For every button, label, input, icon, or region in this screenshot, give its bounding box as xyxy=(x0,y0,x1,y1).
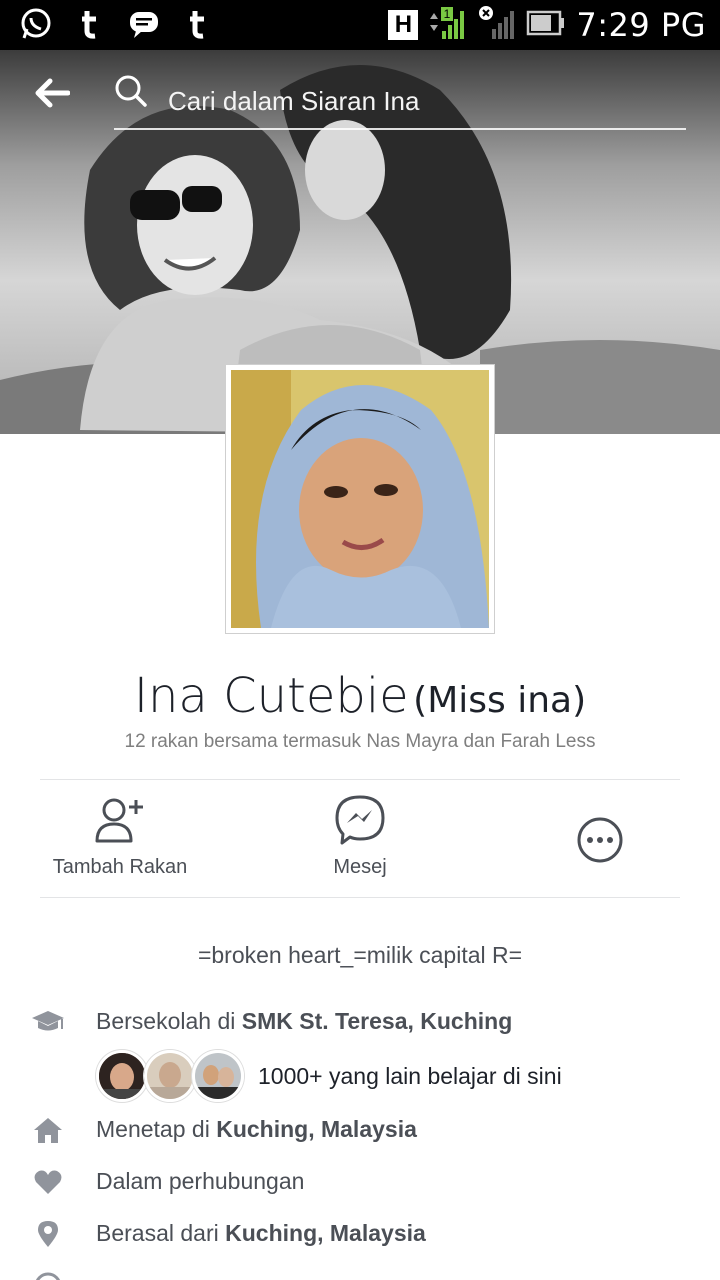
search-icon xyxy=(115,75,154,119)
info-current-city[interactable]: Menetap di Kuching, Malaysia xyxy=(0,1110,720,1150)
clock-icon xyxy=(30,1270,66,1280)
location-pin-icon xyxy=(30,1218,66,1250)
messenger-icon xyxy=(260,790,460,850)
profile-picture[interactable] xyxy=(225,364,495,634)
divider xyxy=(40,779,680,780)
messaging-icon xyxy=(126,6,162,42)
avatar xyxy=(231,370,489,628)
graduation-cap-icon xyxy=(30,1006,66,1038)
search-placeholder: Cari dalam Siaran Ina xyxy=(168,85,420,116)
profile-name: Ina Cutebie (Miss ina) xyxy=(0,668,720,724)
classmate-avatar xyxy=(192,1050,244,1102)
whatsapp-icon xyxy=(18,6,54,42)
home-icon xyxy=(30,1114,66,1146)
classmates-count: 1000+ yang lain belajar di sini xyxy=(258,1062,562,1089)
cell-signal-icon: 1 xyxy=(428,5,468,46)
heart-icon xyxy=(30,1166,66,1198)
info-next-row xyxy=(0,1266,720,1280)
add-friend-button[interactable]: Tambah Rakan xyxy=(20,790,220,890)
from-place[interactable]: Kuching, Malaysia xyxy=(225,1220,426,1246)
tumblr-icon xyxy=(72,6,108,42)
more-options-button[interactable] xyxy=(500,790,700,890)
display-name: Ina Cutebie xyxy=(133,668,409,724)
mutual-friends-link[interactable]: 12 rakan bersama termasuk Nas Mayra dan … xyxy=(0,731,720,753)
from-prefix: Berasal dari xyxy=(96,1220,226,1246)
search-input[interactable]: Cari dalam Siaran Ina xyxy=(114,74,686,130)
info-relationship[interactable]: Dalam perhubungan xyxy=(0,1162,720,1202)
signal-badge: 1 xyxy=(444,7,451,21)
hspa-badge: H xyxy=(388,10,419,40)
battery-icon xyxy=(526,8,566,43)
wifi-signal-icon xyxy=(478,5,516,46)
more-icon xyxy=(500,790,700,890)
add-friend-icon xyxy=(20,790,220,850)
classmate-avatar xyxy=(144,1050,196,1102)
lives-place[interactable]: Kuching, Malaysia xyxy=(216,1116,417,1142)
info-hometown[interactable]: Berasal dari Kuching, Malaysia xyxy=(0,1214,720,1254)
info-education[interactable]: Bersekolah di SMK St. Teresa, Kuching xyxy=(0,1002,720,1042)
education-prefix: Bersekolah di xyxy=(96,1008,242,1034)
clock: 7:29 PG xyxy=(576,6,706,44)
status-bar: H 1 7:29 PG xyxy=(0,0,720,50)
arrow-left-icon xyxy=(35,78,70,108)
add-friend-label: Tambah Rakan xyxy=(52,856,188,878)
classmate-avatar xyxy=(96,1050,148,1102)
school-name[interactable]: SMK St. Teresa, Kuching xyxy=(242,1008,513,1034)
message-label: Mesej xyxy=(333,856,387,878)
lives-prefix: Menetap di xyxy=(96,1116,217,1142)
back-button[interactable] xyxy=(34,78,80,118)
relationship-status: Dalam perhubungan xyxy=(96,1168,305,1194)
tumblr-icon xyxy=(180,6,216,42)
alternate-name: (Miss ina) xyxy=(413,680,587,721)
classmates-row[interactable]: 1000+ yang lain belajar di sini xyxy=(96,1048,562,1104)
profile-bio: =broken heart_=milik capital R= xyxy=(197,942,523,968)
divider xyxy=(40,897,680,898)
message-button[interactable]: Mesej xyxy=(260,790,460,890)
